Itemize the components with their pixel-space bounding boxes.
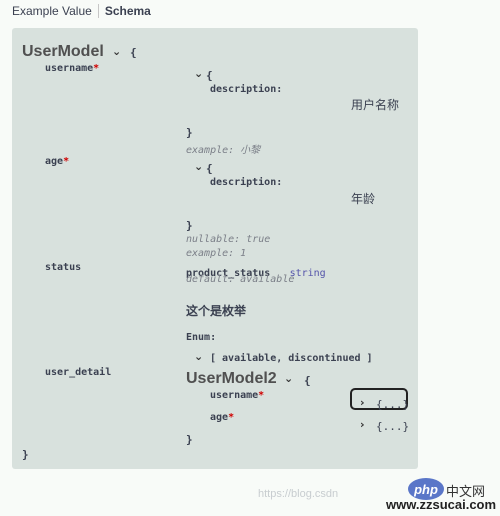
watermark-domain: www.zzsucai.com <box>386 497 497 512</box>
required-marker: * <box>228 412 235 423</box>
status-description: 这个是枚举 <box>186 304 247 318</box>
status-default: default: available <box>186 274 295 285</box>
property-username: username* <box>45 63 100 74</box>
chevron-right-icon[interactable]: › <box>360 396 365 409</box>
age-description-key: description: <box>210 177 283 188</box>
status-enum-values: [ available, discontinued ] <box>210 353 373 364</box>
age-description-value: 年龄 <box>351 192 376 206</box>
age-example: example: 1 <box>186 248 247 259</box>
status-type-primitive: string <box>289 268 326 279</box>
chevron-right-icon[interactable]: › <box>360 418 365 431</box>
tab-example-value[interactable]: Example Value <box>12 4 92 18</box>
nested-property-age: age* <box>210 412 235 423</box>
property-user-detail: user_detail <box>45 367 112 378</box>
required-marker: * <box>93 63 100 74</box>
username-close-brace: } <box>186 126 193 139</box>
model-open-brace: { <box>130 46 137 59</box>
property-age: age* <box>45 156 70 167</box>
nested-property-username: username* <box>210 390 265 401</box>
response-tabs: Example Value Schema <box>12 3 151 19</box>
tab-divider <box>97 4 99 18</box>
chevron-down-icon[interactable]: ⌄ <box>194 160 203 173</box>
required-marker: * <box>63 156 70 167</box>
model-close-brace: } <box>22 448 29 461</box>
chevron-down-icon[interactable]: ⌄ <box>194 67 203 80</box>
nested-model-title[interactable]: UserModel2 <box>186 370 277 388</box>
username-description-key: description: <box>210 84 283 95</box>
tab-schema[interactable]: Schema <box>105 4 151 18</box>
model-title[interactable]: UserModel <box>22 43 104 61</box>
age-close-brace: } <box>186 219 193 232</box>
age-open-brace: { <box>206 162 213 175</box>
age-nullable: nullable: true <box>186 234 271 245</box>
username-open-brace: { <box>206 69 213 82</box>
nested-open-brace: { <box>304 374 311 387</box>
nested-close-brace: } <box>186 433 193 446</box>
username-description-value: 用户名称 <box>351 98 400 112</box>
nested-username-collapsed[interactable]: {...} <box>376 398 409 411</box>
required-marker: * <box>258 390 265 401</box>
status-enum-label: Enum: <box>186 332 217 343</box>
username-example: example: 小黎 <box>186 145 261 156</box>
chevron-down-icon[interactable]: ⌄ <box>112 45 121 58</box>
chevron-down-icon[interactable]: ⌄ <box>194 350 203 363</box>
property-status: status <box>45 262 82 273</box>
nested-age-collapsed[interactable]: {...} <box>376 420 409 433</box>
watermark-url: https://blog.csdn <box>258 488 339 500</box>
chevron-down-icon[interactable]: ⌄ <box>284 372 293 385</box>
